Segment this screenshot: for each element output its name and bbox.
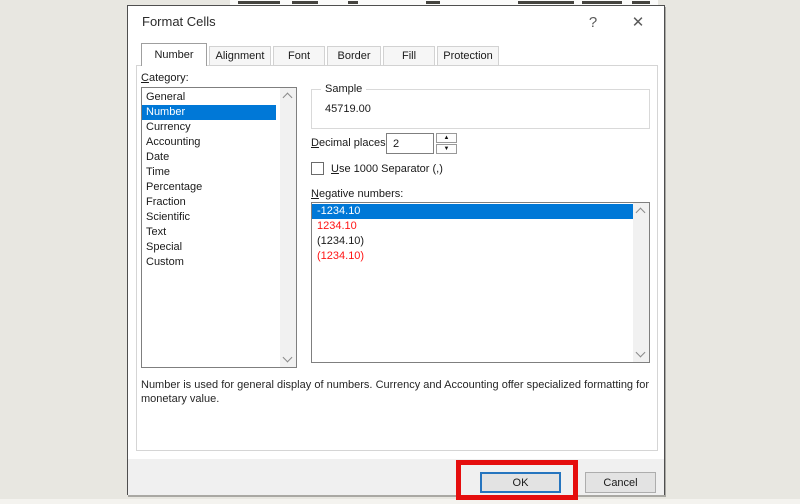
category-item-scientific[interactable]: Scientific — [142, 210, 276, 225]
scroll-down-icon[interactable] — [282, 352, 293, 363]
tab-fill[interactable]: Fill — [383, 46, 435, 66]
category-item-time[interactable]: Time — [142, 165, 276, 180]
sliver-mark — [238, 1, 280, 4]
decimal-places-spinner: ▲ ▼ — [436, 133, 457, 154]
ok-button[interactable]: OK — [480, 472, 561, 493]
negative-numbers-listbox: -1234.10 1234.10 (1234.10) (1234.10) — [311, 202, 650, 363]
scroll-up-icon[interactable] — [282, 92, 293, 103]
tab-protection[interactable]: Protection — [437, 46, 499, 66]
sliver-mark — [582, 1, 622, 4]
sliver-mark — [518, 1, 574, 4]
category-item-accounting[interactable]: Accounting — [142, 135, 276, 150]
sliver-mark — [632, 1, 650, 4]
dialog-footer: OK Cancel — [128, 459, 664, 495]
negative-number-item[interactable]: -1234.10 — [312, 204, 634, 219]
category-item-fraction[interactable]: Fraction — [142, 195, 276, 210]
tab-strip: Number Alignment Font Border Fill Protec… — [141, 43, 499, 66]
format-cells-dialog: Format Cells ? ✕ Number Alignment Font B… — [127, 5, 665, 495]
category-item-date[interactable]: Date — [142, 150, 276, 165]
tab-font[interactable]: Font — [273, 46, 325, 66]
negative-numbers-label: Negative numbers: — [311, 188, 404, 200]
sample-value: 45719.00 — [325, 103, 371, 115]
category-item-percentage[interactable]: Percentage — [142, 180, 276, 195]
use-1000-separator-label: Use 1000 Separator (,) — [331, 163, 443, 175]
scroll-down-icon[interactable] — [635, 347, 646, 358]
dialog-titlebar: Format Cells ? ✕ — [128, 6, 664, 38]
negative-number-item[interactable]: 1234.10 — [312, 219, 634, 234]
sample-group-label: Sample — [321, 83, 367, 95]
decimal-places-input[interactable] — [386, 133, 434, 154]
tab-alignment[interactable]: Alignment — [209, 46, 271, 66]
negative-number-item[interactable]: (1234.10) — [312, 249, 634, 264]
decimal-places-label: Decimal places: — [311, 137, 389, 149]
sliver-mark — [292, 1, 318, 4]
category-item-general[interactable]: General — [142, 90, 276, 105]
spinner-down-icon: ▼ — [443, 146, 450, 152]
spinner-down-button[interactable]: ▼ — [436, 144, 457, 154]
dialog-title: Format Cells — [142, 14, 216, 29]
category-item-number[interactable]: Number — [142, 105, 276, 120]
sliver-mark — [348, 1, 358, 4]
scroll-up-icon[interactable] — [635, 207, 646, 218]
cancel-button[interactable]: Cancel — [585, 472, 656, 493]
category-item-special[interactable]: Special — [142, 240, 276, 255]
spinner-up-button[interactable]: ▲ — [436, 133, 457, 143]
spinner-up-icon: ▲ — [443, 135, 450, 141]
tab-number[interactable]: Number — [141, 43, 207, 66]
close-icon[interactable]: ✕ — [623, 12, 653, 34]
tab-border[interactable]: Border — [327, 46, 381, 66]
use-1000-separator-checkbox[interactable] — [311, 162, 324, 175]
help-icon[interactable]: ? — [578, 12, 608, 34]
category-item-custom[interactable]: Custom — [142, 255, 276, 270]
category-item-text[interactable]: Text — [142, 225, 276, 240]
negative-number-item[interactable]: (1234.10) — [312, 234, 634, 249]
category-item-currency[interactable]: Currency — [142, 120, 276, 135]
background-bottom-strip — [0, 499, 800, 504]
sample-groupbox: Sample 45719.00 — [311, 83, 650, 129]
category-scrollbar[interactable] — [280, 88, 296, 367]
negative-numbers-scrollbar[interactable] — [633, 203, 649, 362]
number-format-description: Number is used for general display of nu… — [141, 379, 649, 405]
screen: Format Cells ? ✕ Number Alignment Font B… — [0, 0, 800, 504]
category-listbox: General Number Currency Accounting Date … — [141, 87, 297, 368]
sliver-mark — [426, 1, 440, 4]
category-label: Category: — [141, 72, 189, 84]
